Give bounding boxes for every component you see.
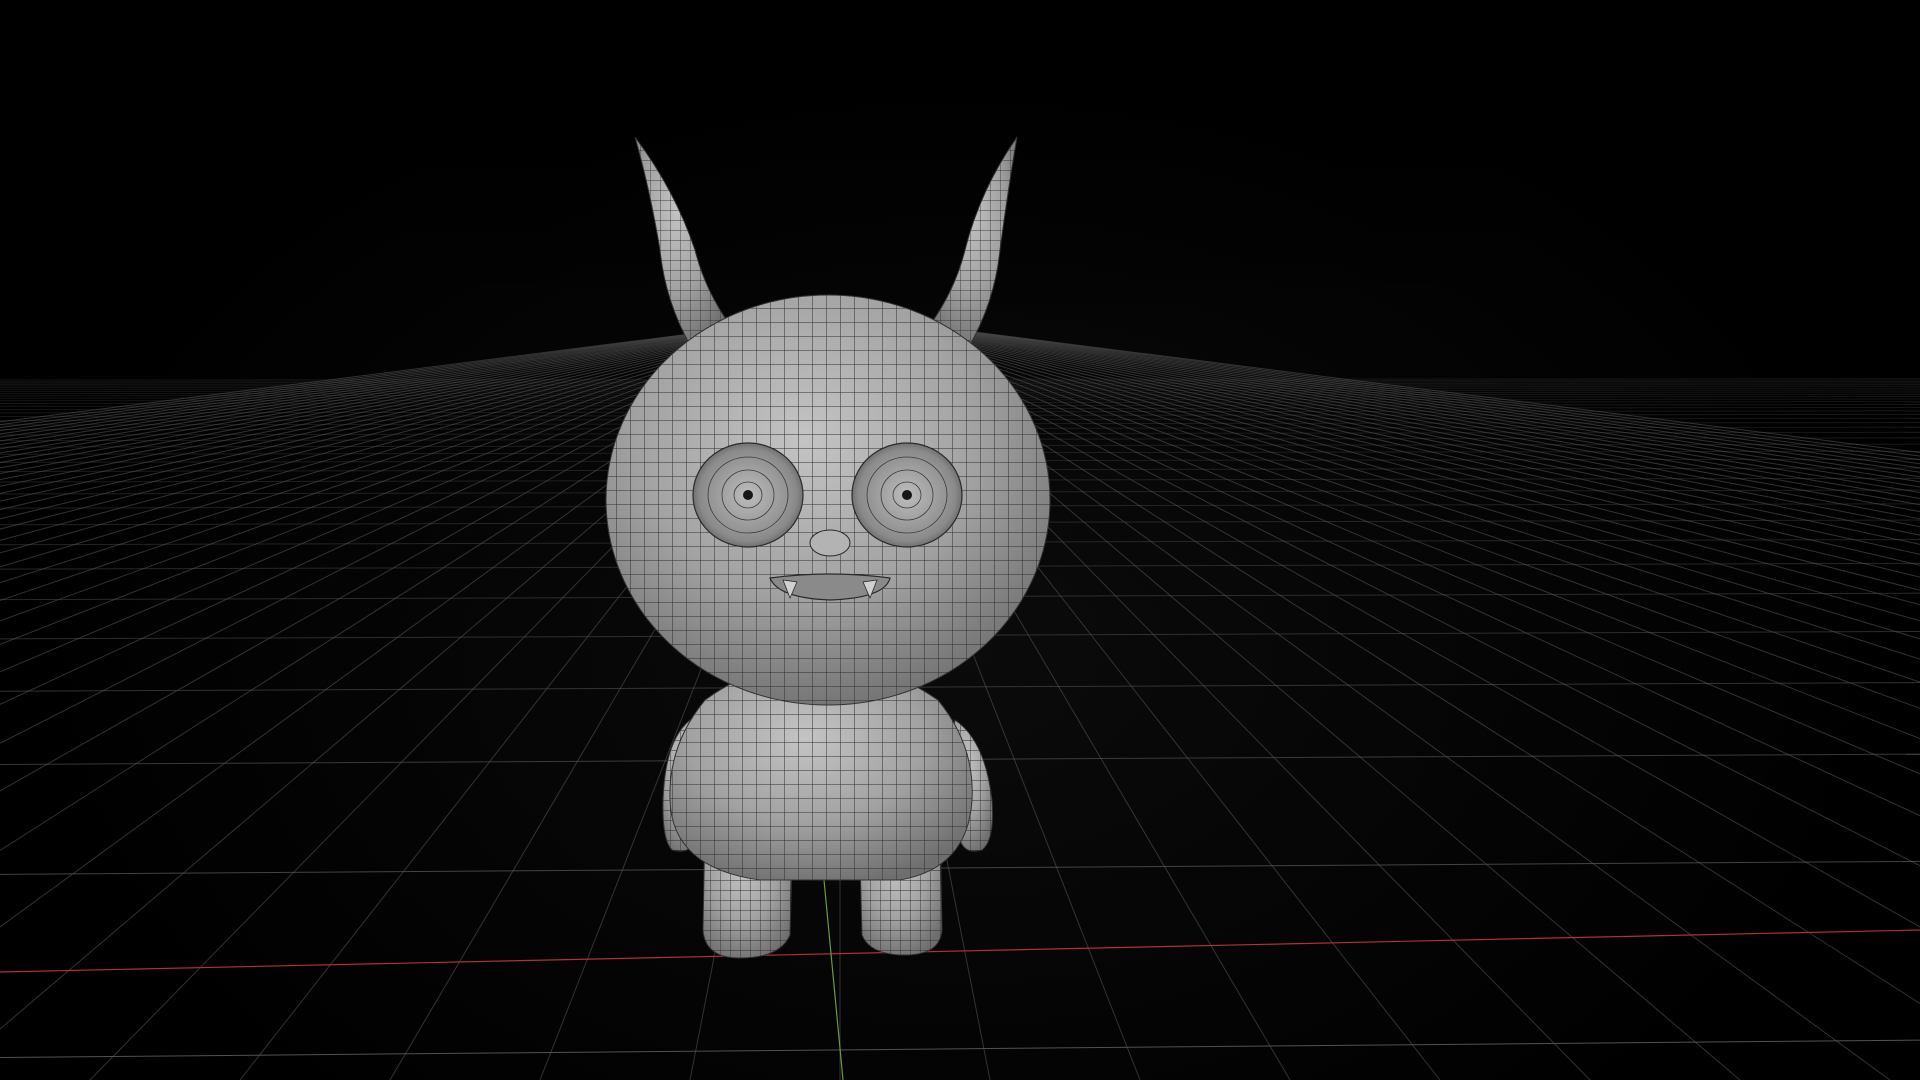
3d-viewport[interactable] — [0, 0, 1920, 1080]
left-eye[interactable] — [692, 442, 804, 548]
nose[interactable] — [809, 529, 851, 557]
grid-line-horizontal — [0, 1039, 1920, 1058]
x-axis-line — [0, 929, 1920, 973]
grid-line-horizontal — [0, 860, 1920, 875]
grid-line-horizontal — [0, 682, 1920, 692]
right-eye[interactable] — [851, 442, 963, 548]
viewport-scene[interactable] — [0, 0, 1920, 1080]
